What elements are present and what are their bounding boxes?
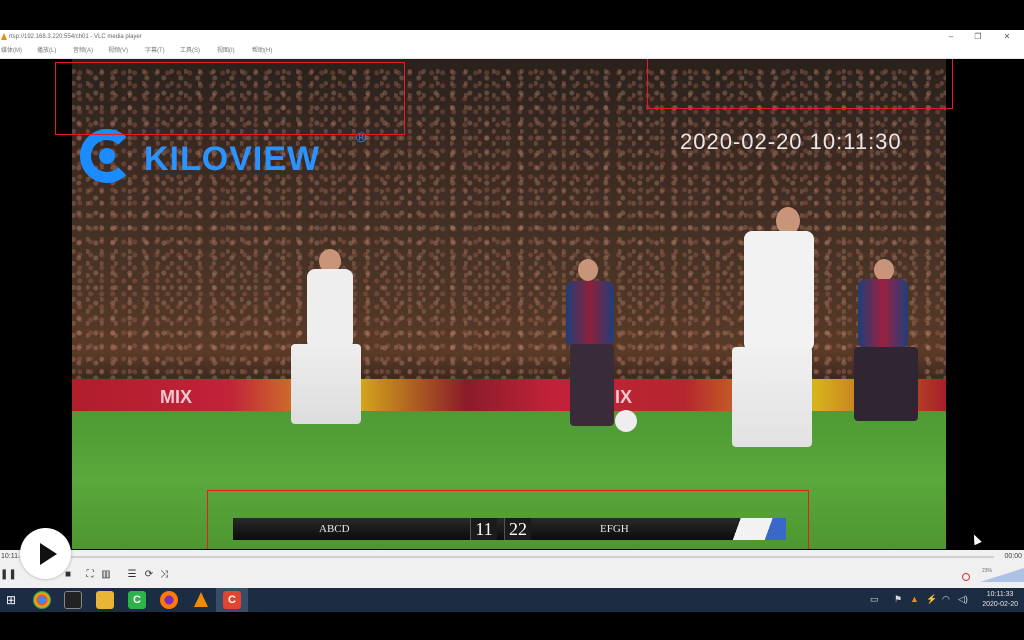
maximize-button[interactable]: ❐ xyxy=(969,30,987,44)
kiloview-logo: KILOVIEW ® xyxy=(80,129,380,189)
video-display[interactable]: MIX MIX KILOVIEW ® 2020-02-20 10:11:30 A… xyxy=(0,59,1024,549)
time-elapsed: 10:11 xyxy=(1,553,18,560)
loop-icon[interactable]: ⟳ xyxy=(143,569,155,581)
away-score: 22 xyxy=(504,518,531,540)
menu-playback[interactable]: 播放(L) xyxy=(37,44,56,58)
chrome-icon[interactable] xyxy=(33,591,51,609)
power-icon[interactable]: ⚡ xyxy=(926,594,937,605)
taskbar: ⊞ C C ▭ ⚑ ▲ ⚡ ◠ ◁) 10:11:33 2020-02-20 xyxy=(0,588,1024,612)
network-tray-icon[interactable]: ▭ xyxy=(870,594,879,605)
play-button[interactable] xyxy=(20,528,71,579)
scoreboard: ABCD 11 22 EFGH xyxy=(233,518,786,540)
close-button[interactable]: ✕ xyxy=(998,30,1016,44)
screen: rtsp://192.168.3.220:554/ch01 - VLC medi… xyxy=(0,0,1024,640)
fullscreen-icon[interactable]: ⛶ xyxy=(84,569,96,581)
time-total: 00:00 xyxy=(1004,553,1022,560)
clock-time: 10:11:33 xyxy=(986,591,1014,598)
volume-slider[interactable]: 23% xyxy=(962,568,1024,582)
firefox-icon[interactable] xyxy=(160,591,178,609)
minimize-button[interactable]: – xyxy=(942,30,960,44)
tray-icons[interactable]: ⚑ xyxy=(894,594,902,605)
wifi-icon[interactable]: ◠ xyxy=(942,594,950,605)
clock-date: 2020-02-20 xyxy=(982,601,1018,608)
mute-icon[interactable] xyxy=(962,573,970,581)
vlc-icon[interactable] xyxy=(192,591,210,609)
highlight-box-logo xyxy=(55,62,405,135)
home-team: ABCD xyxy=(319,523,350,535)
soccer-ball xyxy=(615,410,637,432)
menu-bar: 媒体(M) 播放(L) 音频(A) 视频(V) 字幕(T) 工具(S) 视图(I… xyxy=(0,44,1024,59)
seek-track[interactable] xyxy=(18,556,994,558)
menu-view[interactable]: 视图(I) xyxy=(217,44,235,58)
menu-tools[interactable]: 工具(S) xyxy=(180,44,200,58)
ad-board xyxy=(72,379,946,411)
seek-bar[interactable]: 10:11 00:00 xyxy=(0,550,1024,564)
camtasia-icon[interactable]: C xyxy=(128,591,146,609)
scoreboard-stripe xyxy=(728,518,786,540)
speaker-icon[interactable]: ◁) xyxy=(958,594,968,605)
kiloview-app-icon[interactable]: C xyxy=(223,591,241,609)
menu-help[interactable]: 帮助(H) xyxy=(252,44,272,58)
extended-settings-icon[interactable]: ▥ xyxy=(100,569,112,581)
windows-start-icon[interactable]: ⊞ xyxy=(2,591,20,609)
vlc-cone-icon xyxy=(1,33,7,40)
shuffle-icon[interactable]: ⤨ xyxy=(158,569,170,581)
menu-audio[interactable]: 音频(A) xyxy=(73,44,93,58)
playlist-icon[interactable]: ☰ xyxy=(126,569,138,581)
vlc-title-bar: rtsp://192.168.3.220:554/ch01 - VLC medi… xyxy=(0,30,1024,44)
control-bar: ❚❚ ■ ⛶ ▥ ☰ ⟳ ⤨ xyxy=(0,564,1024,589)
play-icon xyxy=(40,543,57,565)
home-score: 11 xyxy=(470,518,497,540)
logo-text: KILOVIEW xyxy=(144,140,321,178)
pause-icon[interactable]: ❚❚ xyxy=(0,569,17,581)
highlight-box-timestamp xyxy=(647,59,953,109)
menu-media[interactable]: 媒体(M) xyxy=(1,44,22,58)
ad-text: MIX xyxy=(160,387,193,407)
menu-video[interactable]: 视频(V) xyxy=(108,44,128,58)
window-title: rtsp://192.168.3.220:554/ch01 - VLC medi… xyxy=(9,34,142,40)
vlc-tray-icon[interactable]: ▲ xyxy=(910,594,919,604)
file-explorer-icon[interactable] xyxy=(96,591,114,609)
away-team: EFGH xyxy=(600,523,629,535)
menu-subtitle[interactable]: 字幕(T) xyxy=(145,44,165,58)
terminal-icon[interactable] xyxy=(64,591,82,609)
taskbar-clock[interactable]: 10:11:33 2020-02-20 xyxy=(982,590,1018,610)
overlay-timestamp: 2020-02-20 10:11:30 xyxy=(680,129,902,154)
volume-percent: 23% xyxy=(982,568,993,574)
